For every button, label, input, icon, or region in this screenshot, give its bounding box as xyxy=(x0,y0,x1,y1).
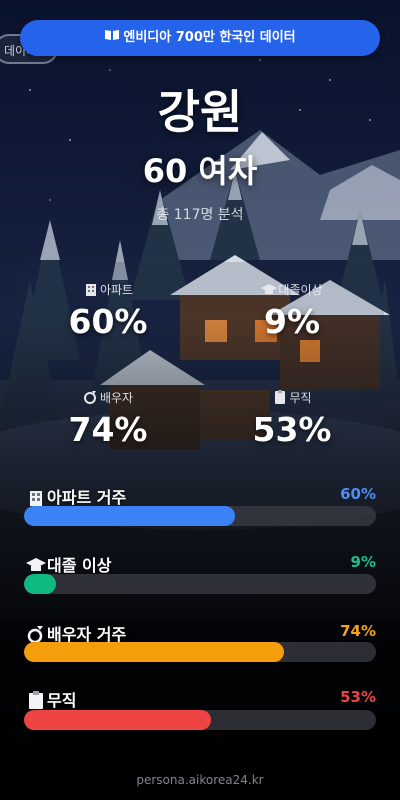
bar-list: 아파트 거주 60% 대졸 이상 9% 배우자 거주 74% 무직 53% xyxy=(0,0,400,800)
bar-label-text: 아파트 거주 xyxy=(47,488,127,507)
bar-track-college xyxy=(24,574,376,594)
bar-fill-apartment xyxy=(24,506,236,526)
bar-label-text: 무직 xyxy=(47,691,77,710)
bar-fill-college xyxy=(24,574,56,594)
graduation-cap-icon xyxy=(26,556,46,574)
bar-percent-college: 9% xyxy=(350,553,376,571)
bar-percent-apartment: 60% xyxy=(340,485,376,503)
bar-track-spouse xyxy=(24,642,376,662)
bar-label-unemployed: 무직 xyxy=(26,687,76,711)
bar-percent-unemployed: 53% xyxy=(340,688,376,706)
apartment-icon xyxy=(26,488,46,506)
bar-track-apartment xyxy=(24,506,376,526)
bar-fill-unemployed xyxy=(24,710,211,730)
bar-track-unemployed xyxy=(24,710,376,730)
bar-percent-spouse: 74% xyxy=(340,622,376,640)
bar-label-college: 대졸 이상 xyxy=(26,552,111,576)
ring-icon xyxy=(26,625,46,644)
bar-label-apartment: 아파트 거주 xyxy=(26,484,126,508)
clipboard-icon xyxy=(26,691,46,709)
bar-label-text: 대졸 이상 xyxy=(47,556,112,575)
bar-fill-spouse xyxy=(24,642,285,662)
footer-url[interactable]: persona.aikorea24.kr xyxy=(0,773,400,787)
